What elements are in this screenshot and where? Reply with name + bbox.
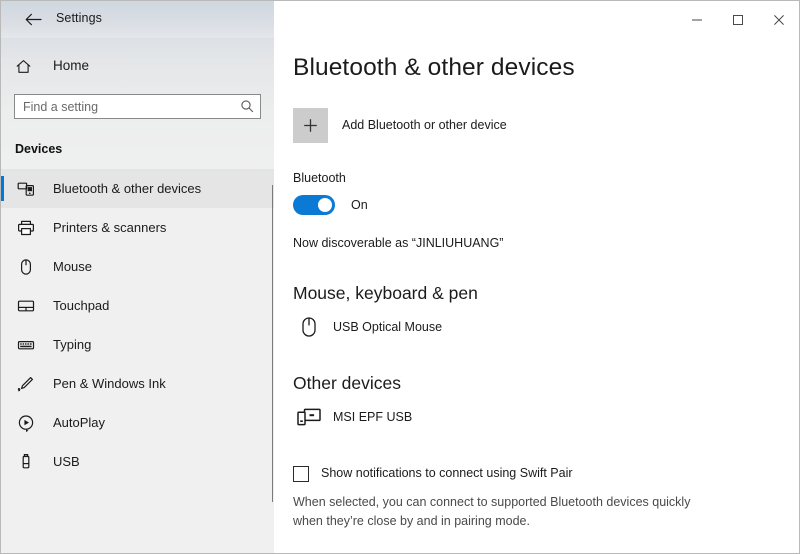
mouse-icon: [15, 258, 37, 276]
sidebar-item-label: Printers & scanners: [53, 219, 167, 235]
mouse-device-icon: [293, 312, 325, 342]
sidebar-item-touchpad[interactable]: Touchpad: [1, 286, 274, 325]
sidebar-item-mouse[interactable]: Mouse: [1, 247, 274, 286]
sidebar-item-autoplay[interactable]: AutoPlay: [1, 403, 274, 442]
sidebar-item-label: Typing: [53, 336, 92, 352]
sidebar-item-pen-and-windows-ink[interactable]: Pen & Windows Ink: [1, 364, 274, 403]
home-icon: [15, 58, 41, 75]
close-icon: [773, 14, 784, 25]
bluetooth-toggle[interactable]: [293, 195, 335, 215]
minimize-icon: [691, 19, 702, 20]
device-list-item[interactable]: MSI EPF USB: [293, 402, 799, 432]
sidebar-item-label: USB: [53, 453, 80, 469]
bluetooth-label: Bluetooth: [293, 171, 346, 185]
settings-window: Home Devices: [0, 0, 800, 554]
sidebar-item-printers-and-scanners[interactable]: Printers & scanners: [1, 208, 274, 247]
sidebar-item-label: Touchpad: [53, 297, 110, 313]
search-container: [14, 94, 261, 119]
sidebar-content: Home Devices: [1, 38, 274, 481]
sidebar-item-typing[interactable]: Typing: [1, 325, 274, 364]
sidebar-item-label: Mouse: [53, 258, 93, 274]
pen-icon: [15, 375, 37, 393]
plus-icon: [293, 108, 328, 143]
sidebar-item-home-label: Home: [53, 58, 90, 73]
back-arrow-icon: [25, 13, 42, 25]
sidebar-item-usb[interactable]: USB: [1, 442, 274, 481]
add-device-label: Add Bluetooth or other device: [342, 118, 507, 132]
toggle-knob: [318, 198, 332, 212]
autoplay-icon: [15, 414, 37, 432]
search-input[interactable]: [14, 94, 261, 119]
keyboard-icon: [15, 336, 37, 354]
main-content: Bluetooth & other devices Add Bluetooth …: [274, 38, 799, 553]
swift-pair-description: When selected, you can connect to suppor…: [293, 495, 691, 528]
sidebar-item-label: AutoPlay: [53, 414, 106, 430]
bluetooth-toggle-row: On: [293, 195, 799, 215]
add-device-button[interactable]: Add Bluetooth or other device: [293, 108, 799, 143]
maximize-button[interactable]: [717, 1, 758, 38]
swift-pair-label: Show notifications to connect using Swif…: [321, 466, 573, 480]
minimize-button[interactable]: [676, 1, 717, 38]
sidebar-group-title: Devices: [15, 142, 63, 156]
page-title: Bluetooth & other devices: [293, 54, 575, 81]
sidebar-item-home[interactable]: Home: [1, 47, 274, 85]
sidebar-nav-list: Bluetooth & other devices Printers & sca…: [1, 169, 274, 481]
bluetooth-toggle-state: On: [351, 197, 368, 212]
section-heading-mouse-keyboard-pen: Mouse, keyboard & pen: [293, 283, 478, 303]
maximize-icon: [732, 14, 743, 25]
device-list-item[interactable]: USB Optical Mouse: [293, 312, 799, 342]
section-heading-other-devices: Other devices: [293, 373, 401, 393]
sidebar-item-label: Pen & Windows Ink: [53, 375, 166, 391]
swift-pair-checkbox-row[interactable]: Show notifications to connect using Swif…: [293, 465, 799, 482]
swift-pair-checkbox[interactable]: [293, 465, 309, 482]
app-title: Settings: [56, 11, 102, 25]
sidebar: Home Devices: [1, 1, 274, 553]
touchpad-icon: [15, 297, 37, 315]
sidebar-item-label: Bluetooth & other devices: [53, 180, 202, 196]
back-button[interactable]: [19, 6, 47, 32]
sidebar-item-bluetooth-and-other-devices[interactable]: Bluetooth & other devices: [1, 169, 274, 208]
generic-device-icon: [293, 402, 325, 432]
bluetooth-devices-icon: [15, 180, 37, 198]
close-button[interactable]: [758, 1, 799, 38]
discoverable-text: Now discoverable as “JINLIUHUANG”: [293, 236, 504, 250]
sidebar-scrollbar[interactable]: [272, 185, 273, 502]
window-controls: [676, 1, 799, 38]
device-name: USB Optical Mouse: [333, 319, 443, 334]
printer-icon: [15, 219, 37, 237]
device-name: MSI EPF USB: [333, 409, 413, 424]
usb-icon: [15, 453, 37, 471]
title-bar: Settings: [1, 1, 799, 38]
